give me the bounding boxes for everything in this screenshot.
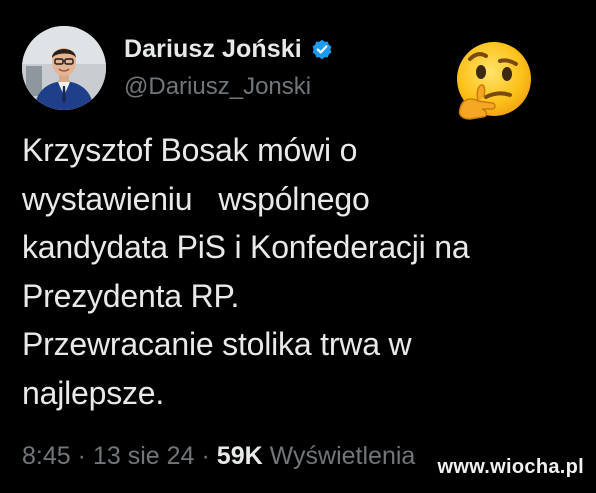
tweet-date[interactable]: 13 sie 24 <box>93 442 194 471</box>
avatar[interactable] <box>22 26 106 110</box>
tweet-meta: 8:45 · 13 sie 24 · 59K Wyświetlenia <box>22 442 415 471</box>
avatar-photo <box>22 26 106 110</box>
tweet-text-line: Krzysztof Bosak mówi o <box>22 132 358 168</box>
watermark: www.wiocha.pl <box>437 456 584 478</box>
user-handle[interactable]: @Dariusz_Jonski <box>124 73 334 101</box>
views-count: 59K <box>216 442 263 470</box>
views-label[interactable]: Wyświetlenia <box>270 442 416 471</box>
name-row: Dariusz Joński <box>124 34 334 64</box>
tweet-time[interactable]: 8:45 <box>22 442 71 471</box>
tweet-text-line: najlepsze. <box>22 374 165 411</box>
author-block: Dariusz Joński @Dariusz_Jonski <box>124 34 334 101</box>
meta-separator: · <box>201 442 210 470</box>
meta-separator: · <box>77 442 86 470</box>
tweet-text-line: Przewracanie stolika trwa w <box>22 326 412 362</box>
tweet: Dariusz Joński @Dariusz_Jonski Krzysztof… <box>0 0 596 493</box>
tweet-text-line: wystawieniu wspólnego <box>22 180 370 217</box>
display-name[interactable]: Dariusz Joński <box>124 35 302 64</box>
tweet-text: Krzysztof Bosak mówi o wystawieniu wspól… <box>22 126 592 417</box>
tweet-text-line: kandydata PiS i Konfederacji na <box>22 229 470 265</box>
tweet-text-line: Prezydenta RP. <box>22 277 240 314</box>
thinking-face-emoji-icon <box>448 39 536 127</box>
verified-badge-icon <box>310 37 334 61</box>
